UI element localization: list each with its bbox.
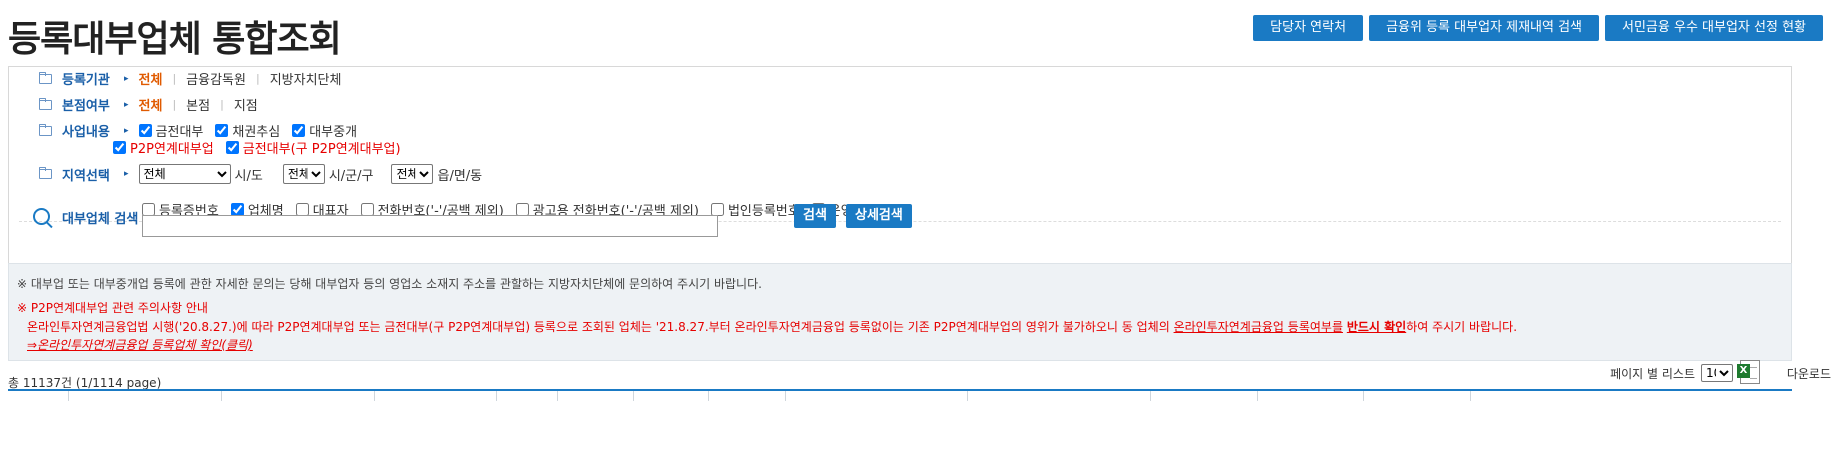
column-divider <box>1150 391 1151 401</box>
agency-option-fss[interactable]: 금융감독원 <box>186 69 246 88</box>
folder-icon <box>39 71 52 84</box>
per-page-label: 페이지 별 리스트 <box>1610 366 1695 381</box>
folder-icon <box>39 123 52 136</box>
eup-select[interactable]: 전체 <box>391 164 434 184</box>
branch-option-head[interactable]: 본점 <box>186 95 210 114</box>
filter-label-agency: 등록기관 <box>62 73 110 88</box>
business-check-p2p[interactable]: P2P연계대부업 <box>113 138 214 157</box>
detail-search-button[interactable]: 상세검색 <box>846 204 912 228</box>
column-divider <box>967 391 968 401</box>
per-page-select[interactable]: 10 <box>1701 364 1733 382</box>
column-divider <box>708 391 709 401</box>
p2p-registry-link[interactable]: ⇒온라인투자연계금융업 등록업체 확인(클릭) <box>27 336 253 353</box>
per-page-control: 페이지 별 리스트 10 <box>1610 364 1733 382</box>
arrow-right-icon: ▸ <box>124 125 129 136</box>
filter-row-branch: 본점여부 ▸ 전체 | 본점 | 지점 <box>39 95 258 114</box>
notice-emphasis-underline: 온라인투자연계금융업 등록여부를 <box>1173 320 1343 334</box>
search-icon <box>33 208 50 225</box>
column-divider <box>496 391 497 401</box>
column-divider <box>374 391 375 401</box>
column-divider <box>221 391 222 401</box>
excellent-lender-button[interactable]: 서민금융 우수 대부업자 선정 현황 <box>1605 15 1823 41</box>
filter-row-business-2: P2P연계대부업 금전대부(구 P2P연계대부업) <box>113 138 413 157</box>
sido-select[interactable]: 전체 <box>138 164 231 184</box>
sigungu-select[interactable]: 전체 <box>282 164 325 184</box>
column-divider <box>68 391 69 401</box>
column-divider <box>1363 391 1364 401</box>
notice-emphasis-bold: 반드시 확인 <box>1346 320 1407 334</box>
excel-icon[interactable] <box>1737 360 1760 384</box>
agency-option-local[interactable]: 지방자치단체 <box>270 69 342 88</box>
contact-button[interactable]: 담당자 연락처 <box>1253 15 1364 41</box>
filter-label-branch: 본점여부 <box>62 99 110 114</box>
search-option-corp-no[interactable]: 법인등록번호 <box>710 200 800 219</box>
folder-icon <box>39 97 52 110</box>
notice-general: ※ 대부업 또는 대부중개업 등록에 관한 자세한 문의는 당해 대부업자 등의… <box>17 277 762 291</box>
filter-label-region: 지역선택 <box>62 168 110 184</box>
result-table-header <box>8 389 1792 421</box>
branch-option-branch[interactable]: 지점 <box>234 95 258 114</box>
column-divider <box>557 391 558 401</box>
notice-box: ※ 대부업 또는 대부중개업 등록에 관한 자세한 문의는 당해 대부업자 등의… <box>8 263 1792 361</box>
search-button[interactable]: 검색 <box>794 204 836 228</box>
search-label: 대부업체 검색 <box>62 212 139 227</box>
notice-p2p-title: ※ P2P연계대부업 관련 주의사항 안내 <box>17 301 208 315</box>
arrow-right-icon: ▸ <box>124 99 129 110</box>
branch-option-all[interactable]: 전체 <box>139 95 163 114</box>
divider: | <box>172 72 177 85</box>
arrow-right-icon: ▸ <box>124 73 129 84</box>
sigungu-unit: 시/군/구 <box>328 168 374 184</box>
arrow-right-icon: ▸ <box>124 169 129 179</box>
divider: | <box>172 98 177 111</box>
filter-row-region: 지역선택 ▸ 전체 시/도 전체 시/군/구 전체 읍/면/동 <box>39 164 482 184</box>
page-title: 등록대부업체 통합조회 <box>8 19 342 60</box>
download-button[interactable]: 다운로드 <box>1787 365 1831 382</box>
column-divider <box>633 391 634 401</box>
column-divider <box>785 391 786 401</box>
divider: | <box>255 72 260 85</box>
column-divider <box>1470 391 1471 401</box>
column-divider <box>1257 391 1258 401</box>
notice-p2p-text: 온라인투자연계금융업법 시행('20.8.27.)에 따라 P2P연계대부업 또… <box>27 320 1518 334</box>
search-input[interactable] <box>142 215 718 237</box>
agency-option-all[interactable]: 전체 <box>139 69 163 88</box>
sido-unit: 시/도 <box>234 168 263 184</box>
business-check-p2p-old[interactable]: 금전대부(구 P2P연계대부업) <box>225 138 401 157</box>
eup-unit: 읍/면/동 <box>437 168 483 184</box>
sanction-search-button[interactable]: 금융위 등록 대부업자 제재내역 검색 <box>1369 15 1600 41</box>
filter-panel: 등록기관 ▸ 전체 | 금융감독원 | 지방자치단체 본점여부 ▸ 전체 | 본… <box>8 66 1792 290</box>
filter-row-agency: 등록기관 ▸ 전체 | 금융감독원 | 지방자치단체 <box>39 69 341 88</box>
divider: | <box>220 98 224 111</box>
top-button-group: 담당자 연락처 금융위 등록 대부업자 제재내역 검색 서민금융 우수 대부업자… <box>1253 15 1823 41</box>
folder-icon <box>39 167 52 179</box>
